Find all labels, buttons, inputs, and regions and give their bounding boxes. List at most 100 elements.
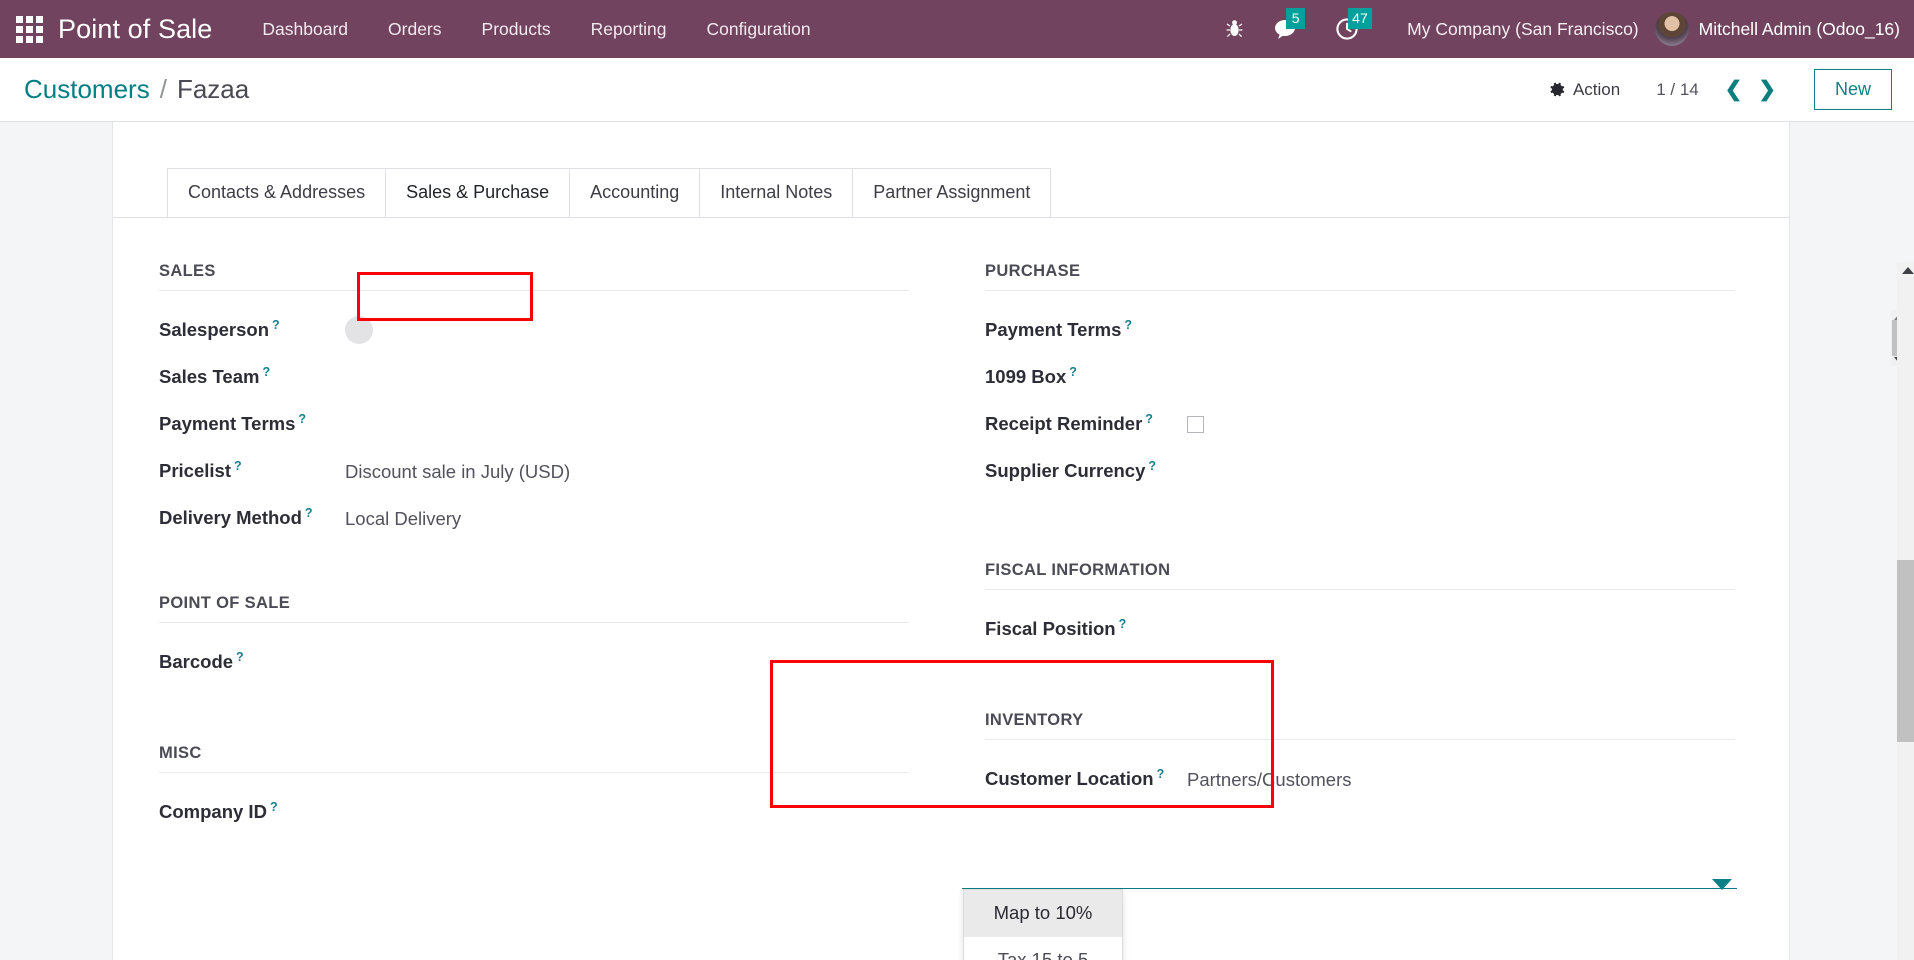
- chevron-left-icon[interactable]: ❮: [1717, 79, 1751, 100]
- notebook-tabs: Contacts & Addresses Sales & Purchase Ac…: [113, 122, 1789, 218]
- nav-menu-orders[interactable]: Orders: [368, 0, 461, 58]
- help-icon[interactable]: ?: [236, 650, 244, 664]
- help-icon[interactable]: ?: [234, 459, 242, 473]
- help-icon[interactable]: ?: [1124, 318, 1132, 332]
- field-payment-terms-sales: Payment Terms?: [159, 407, 909, 454]
- field-payment-terms-purchase: Payment Terms?: [985, 313, 1735, 360]
- field-customer-location: Customer Location? Partners/Customers: [985, 762, 1735, 809]
- form-column-right: PURCHASE Payment Terms? 1099 Box? Receip…: [947, 262, 1735, 888]
- field-fiscal-position: Fiscal Position?: [985, 612, 1735, 659]
- receipt-reminder-checkbox[interactable]: [1187, 416, 1204, 433]
- field-salesperson: Salesperson?: [159, 313, 909, 360]
- field-label-salesperson: Salesperson?: [159, 318, 280, 341]
- group-point-of-sale: POINT OF SALE Barcode?: [159, 594, 909, 692]
- field-value-customer-location[interactable]: Partners/Customers: [1187, 767, 1352, 793]
- nav-menu-configuration[interactable]: Configuration: [686, 0, 830, 58]
- fiscal-position-dropdown: Map to 10% Tax 15 to 5: [963, 889, 1123, 960]
- breadcrumb: Customers / Fazaa: [24, 74, 249, 105]
- group-misc: MISC Company ID?: [159, 744, 909, 842]
- tab-partner-assignment[interactable]: Partner Assignment: [852, 168, 1052, 217]
- record-pager: 1 / 14 ❮ ❯: [1656, 79, 1784, 100]
- help-icon[interactable]: ?: [1069, 365, 1077, 379]
- pager-value: 1 / 14: [1656, 79, 1699, 99]
- page-scrollbar-up-arrow[interactable]: [1902, 267, 1914, 274]
- field-label-customer-location: Customer Location?: [985, 767, 1165, 790]
- field-barcode: Barcode?: [159, 645, 909, 692]
- app-brand-title[interactable]: Point of Sale: [58, 14, 212, 45]
- messages-button[interactable]: 5: [1273, 8, 1306, 41]
- sales-purchase-form: SALES Salesperson? Sales Team? Payment T…: [113, 218, 1789, 888]
- help-icon[interactable]: ?: [1157, 767, 1165, 781]
- dropdown-option-tax-15-to-5[interactable]: Tax 15 to 5: [964, 937, 1122, 960]
- field-value-pricelist[interactable]: Discount sale in July (USD): [345, 459, 570, 485]
- chevron-right-icon[interactable]: ❯: [1750, 79, 1784, 100]
- group-purchase: PURCHASE Payment Terms? 1099 Box? Receip…: [985, 262, 1735, 501]
- nav-menu-products[interactable]: Products: [462, 0, 571, 58]
- help-icon[interactable]: ?: [305, 506, 313, 520]
- help-icon[interactable]: ?: [262, 365, 270, 379]
- user-avatar[interactable]: [1654, 12, 1689, 46]
- group-title-purchase: PURCHASE: [985, 262, 1735, 291]
- dropdown-option-map-to-10[interactable]: Map to 10%: [964, 890, 1122, 937]
- group-inventory: INVENTORY Customer Location? Partners/Cu…: [985, 711, 1735, 809]
- field-label-delivery-method: Delivery Method?: [159, 506, 313, 529]
- top-navbar: Point of Sale Dashboard Orders Products …: [0, 0, 1914, 58]
- field-receipt-reminder: Receipt Reminder?: [985, 407, 1735, 454]
- control-panel: Customers / Fazaa Action 1 / 14 ❮ ❯ New: [0, 58, 1914, 122]
- field-company-id: Company ID?: [159, 795, 909, 842]
- group-fiscal-information: FISCAL INFORMATION Fiscal Position?: [985, 561, 1735, 659]
- nav-menu-dashboard[interactable]: Dashboard: [242, 0, 368, 58]
- apps-grid-icon: [15, 15, 43, 43]
- help-icon[interactable]: ?: [1119, 617, 1127, 631]
- group-title-point-of-sale: POINT OF SALE: [159, 594, 909, 623]
- field-label-fiscal-position: Fiscal Position?: [985, 617, 1127, 640]
- field-1099-box: 1099 Box?: [985, 360, 1735, 407]
- group-title-inventory: INVENTORY: [985, 711, 1735, 740]
- nav-menu-reporting[interactable]: Reporting: [571, 0, 687, 58]
- help-icon[interactable]: ?: [270, 800, 278, 814]
- help-icon[interactable]: ?: [1145, 412, 1153, 426]
- field-supplier-currency: Supplier Currency?: [985, 454, 1735, 501]
- navbar-systray: 5 47 My Company (San Francisco) Mitchell…: [1214, 0, 1914, 58]
- field-label-company-id: Company ID?: [159, 800, 278, 823]
- breadcrumb-item-customers[interactable]: Customers: [24, 74, 150, 105]
- field-value-delivery-method[interactable]: Local Delivery: [345, 506, 461, 532]
- new-button[interactable]: New: [1813, 69, 1892, 110]
- tab-sales-purchase[interactable]: Sales & Purchase: [385, 168, 571, 217]
- group-title-misc: MISC: [159, 744, 909, 773]
- bug-icon[interactable]: [1226, 19, 1243, 39]
- action-button-label: Action: [1572, 79, 1621, 99]
- apps-menu-button[interactable]: [0, 0, 58, 58]
- tab-contacts-addresses[interactable]: Contacts & Addresses: [167, 168, 387, 217]
- chevron-down-icon[interactable]: [1712, 879, 1732, 890]
- field-pricelist: Pricelist? Discount sale in July (USD): [159, 454, 909, 501]
- user-menu-label[interactable]: Mitchell Admin (Odoo_16): [1699, 19, 1900, 40]
- tab-accounting[interactable]: Accounting: [569, 168, 701, 217]
- field-label-payment-terms-sales: Payment Terms?: [159, 412, 307, 435]
- control-panel-actions: Action 1 / 14 ❮ ❯ New: [1547, 69, 1892, 110]
- help-icon[interactable]: ?: [1148, 459, 1156, 473]
- company-switcher[interactable]: My Company (San Francisco): [1407, 19, 1638, 40]
- salesperson-avatar-placeholder[interactable]: [345, 316, 373, 344]
- help-icon[interactable]: ?: [272, 318, 280, 332]
- form-viewport: Contacts & Addresses Sales & Purchase Ac…: [0, 122, 1914, 960]
- page-scrollbar-thumb[interactable]: [1897, 560, 1914, 742]
- form-column-left: SALES Salesperson? Sales Team? Payment T…: [159, 262, 947, 888]
- page-title: Fazaa: [176, 74, 250, 104]
- field-label-barcode: Barcode?: [159, 650, 244, 673]
- help-icon[interactable]: ?: [298, 412, 306, 426]
- action-button[interactable]: Action: [1547, 80, 1620, 100]
- tab-internal-notes[interactable]: Internal Notes: [699, 168, 854, 217]
- field-label-payment-terms-purchase: Payment Terms?: [985, 318, 1133, 341]
- group-sales: SALES Salesperson? Sales Team? Payment T…: [159, 262, 909, 548]
- field-sales-team: Sales Team?: [159, 360, 909, 407]
- field-label-pricelist: Pricelist?: [159, 459, 242, 482]
- group-title-fiscal-information: FISCAL INFORMATION: [985, 561, 1735, 590]
- breadcrumb-separator: /: [159, 74, 167, 104]
- activities-count-badge: 47: [1348, 8, 1372, 29]
- gear-icon: [1550, 82, 1565, 97]
- messages-count-badge: 5: [1286, 8, 1306, 29]
- record-sheet: Contacts & Addresses Sales & Purchase Ac…: [112, 122, 1905, 960]
- field-label-receipt-reminder: Receipt Reminder?: [985, 412, 1153, 435]
- activities-button[interactable]: 47: [1335, 8, 1372, 41]
